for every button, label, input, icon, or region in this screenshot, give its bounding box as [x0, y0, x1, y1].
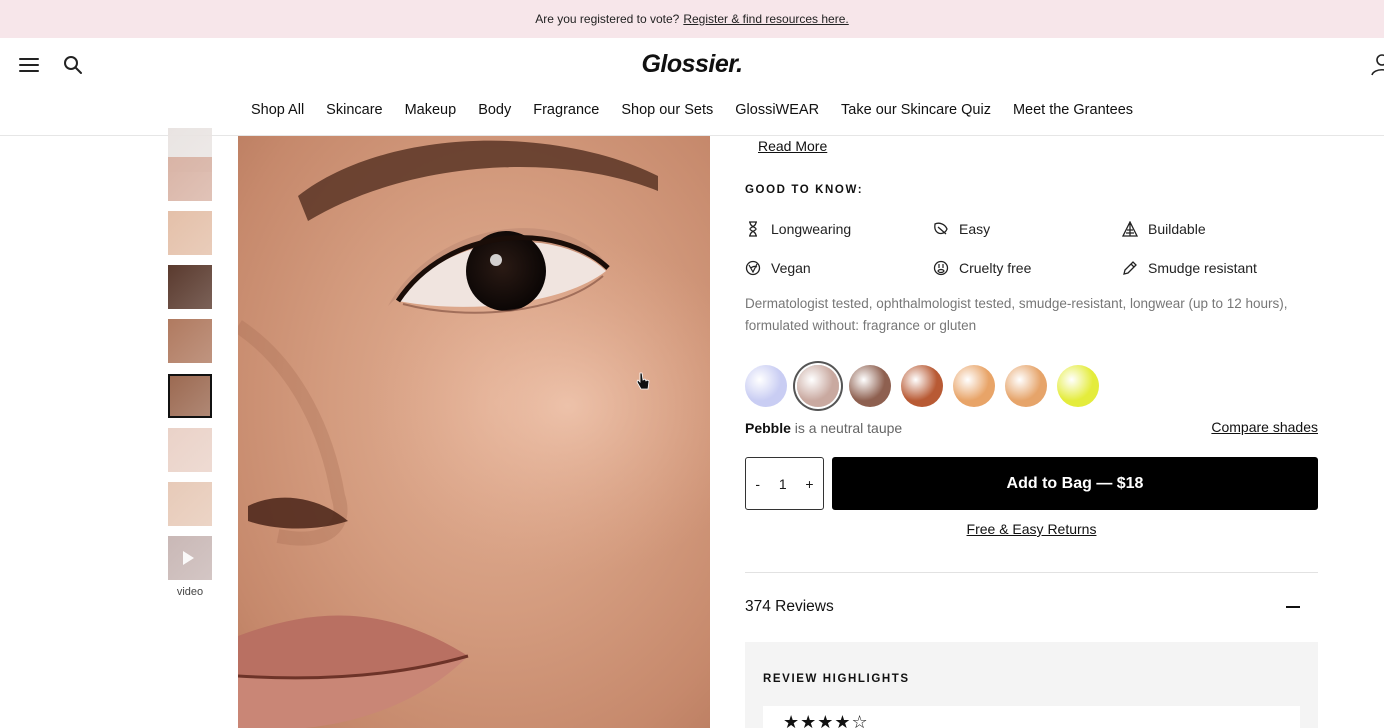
cursor-hand-icon — [636, 372, 650, 390]
product-thumbnail[interactable] — [168, 374, 212, 418]
nav-item-shop-all[interactable]: Shop All — [251, 102, 304, 118]
divider — [745, 572, 1318, 573]
announcement-bar: Are you registered to vote? Register & f… — [0, 0, 1384, 38]
site-header: Glossier. Shop All Skincare Makeup Body Frag… — [0, 38, 1384, 136]
nav-item-meet-the-grantees[interactable]: Meet the Grantees — [1013, 102, 1133, 118]
play-icon — [183, 551, 194, 565]
register-link[interactable]: Register & find resources here. — [683, 12, 848, 26]
review-highlights: REVIEW HIGHLIGHTS ★★★★☆ — [745, 642, 1318, 728]
shade-swatch[interactable] — [797, 365, 839, 407]
feature-vegan: Vegan — [745, 260, 811, 276]
feature-smudge-resistant: Smudge resistant — [1122, 260, 1257, 276]
compare-shades-link[interactable]: Compare shades — [1211, 419, 1318, 435]
nav-item-fragrance[interactable]: Fragrance — [533, 102, 599, 118]
review-highlights-title: REVIEW HIGHLIGHTS — [763, 673, 910, 685]
shade-description: Pebble is a neutral taupe — [745, 420, 902, 436]
product-thumbnail[interactable] — [168, 157, 212, 201]
nav-item-body[interactable]: Body — [478, 102, 511, 118]
star-rating: ★★★★☆ — [783, 712, 869, 728]
pencil-icon — [1123, 261, 1137, 275]
announcement-text: Are you registered to vote? — [535, 12, 680, 26]
product-thumbnail[interactable] — [168, 428, 212, 472]
feature-label: Easy — [959, 221, 991, 237]
main-nav: Shop All Skincare Makeup Body Fragrance Shop … — [0, 102, 1384, 118]
shade-swatch[interactable] — [901, 365, 943, 407]
feature-cruelty-free: Cruelty free — [933, 260, 1031, 276]
nav-item-shop-our-sets[interactable]: Shop our Sets — [621, 102, 713, 118]
feature-longwearing: Longwearing — [745, 221, 851, 237]
feature-buildable: Buildable — [1122, 221, 1206, 237]
nav-item-makeup[interactable]: Makeup — [405, 102, 457, 118]
feature-label: Vegan — [771, 260, 811, 276]
rabbit-icon — [933, 260, 949, 276]
nav-item-glossiwear[interactable]: GlossiWEAR — [735, 102, 819, 118]
shade-swatch[interactable] — [953, 365, 995, 407]
shade-swatch[interactable] — [1057, 365, 1099, 407]
account-icon[interactable] — [1370, 53, 1384, 77]
qty-decrement-button[interactable]: - — [751, 476, 764, 492]
highlight-card: ★★★★☆ — [763, 706, 1300, 728]
vegan-icon — [745, 260, 761, 276]
read-more-link[interactable]: Read More — [758, 138, 827, 154]
product-thumbnail[interactable] — [168, 211, 212, 255]
feature-label: Cruelty free — [959, 260, 1032, 276]
qty-value[interactable]: 1 — [775, 476, 791, 492]
good-to-know-title: GOOD TO KNOW: — [745, 184, 864, 196]
feature-easy: Easy — [933, 221, 990, 237]
product-thumbnail[interactable] — [168, 482, 212, 526]
face-illustration — [238, 140, 710, 728]
shade-desc: is a neutral taupe — [794, 420, 903, 436]
add-to-bag-button[interactable]: Add to Bag — $18 — [832, 457, 1318, 510]
free-returns-link[interactable]: Free & Easy Returns — [745, 521, 1318, 537]
video-label: video — [176, 586, 204, 598]
reviews-count[interactable]: 374 Reviews — [745, 598, 834, 616]
qty-increment-button[interactable]: + — [801, 476, 817, 492]
collapse-minus-icon[interactable] — [1286, 606, 1300, 608]
hourglass-icon — [749, 221, 757, 237]
feature-label: Longwearing — [771, 221, 852, 237]
shade-swatch[interactable] — [745, 365, 787, 407]
product-description: Dermatologist tested, ophthalmologist te… — [745, 296, 1288, 333]
feature-label: Smudge resistant — [1148, 260, 1257, 276]
glossier-logo[interactable]: Glossier. — [0, 50, 1384, 79]
video-thumbnail[interactable] — [168, 536, 212, 580]
leaf-icon — [934, 222, 948, 235]
shade-name: Pebble — [745, 420, 791, 436]
product-hero-image — [238, 136, 710, 728]
quantity-stepper: - 1 + — [745, 457, 824, 510]
nav-item-take-our-skincare-quiz[interactable]: Take our Skincare Quiz — [841, 102, 991, 118]
triangle-layers-icon — [1122, 221, 1138, 237]
shade-swatch[interactable] — [849, 365, 891, 407]
shade-swatch[interactable] — [1005, 365, 1047, 407]
nav-item-skincare[interactable]: Skincare — [326, 102, 382, 118]
product-thumbnail[interactable] — [168, 265, 212, 309]
product-thumbnail[interactable] — [168, 319, 212, 363]
feature-label: Buildable — [1148, 221, 1206, 237]
